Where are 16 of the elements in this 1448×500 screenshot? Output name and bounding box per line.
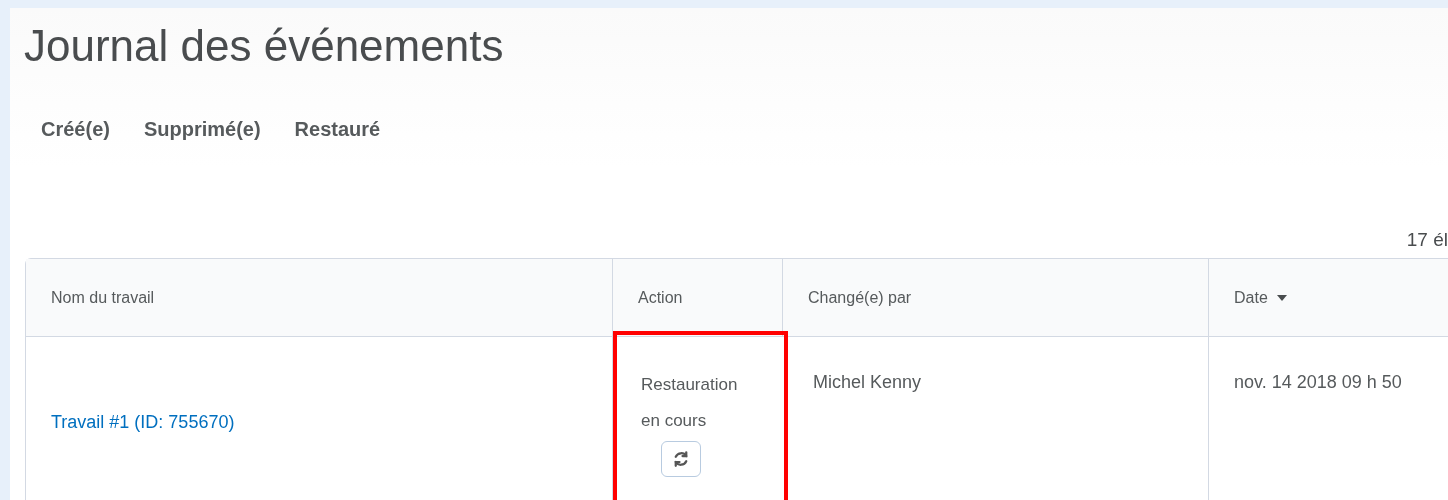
column-header: Action bbox=[638, 287, 683, 308]
column-header: Changé(e) par bbox=[808, 287, 912, 308]
tab[interactable]: Créé(e) bbox=[41, 114, 110, 152]
tab[interactable]: Restauré bbox=[294, 114, 381, 152]
action-text: Restauration en cours bbox=[641, 374, 739, 432]
page-title: Journal des événements bbox=[24, 20, 505, 72]
assignment-link[interactable]: Travail #1 (ID: 755670) bbox=[51, 408, 235, 436]
item-count: 17 él bbox=[1406, 228, 1448, 252]
refresh-button[interactable] bbox=[661, 441, 701, 477]
column-header: Nom du travail bbox=[51, 287, 155, 308]
changed-by-cell: Michel Kenny bbox=[813, 372, 922, 392]
refresh-icon bbox=[672, 450, 690, 468]
sort-down-icon bbox=[1275, 293, 1288, 302]
date-cell: nov. 14 2018 09 h 50 bbox=[1234, 372, 1402, 392]
tab[interactable]: Supprimé(e) bbox=[143, 114, 261, 152]
column-header[interactable]: Date bbox=[1234, 285, 1288, 310]
